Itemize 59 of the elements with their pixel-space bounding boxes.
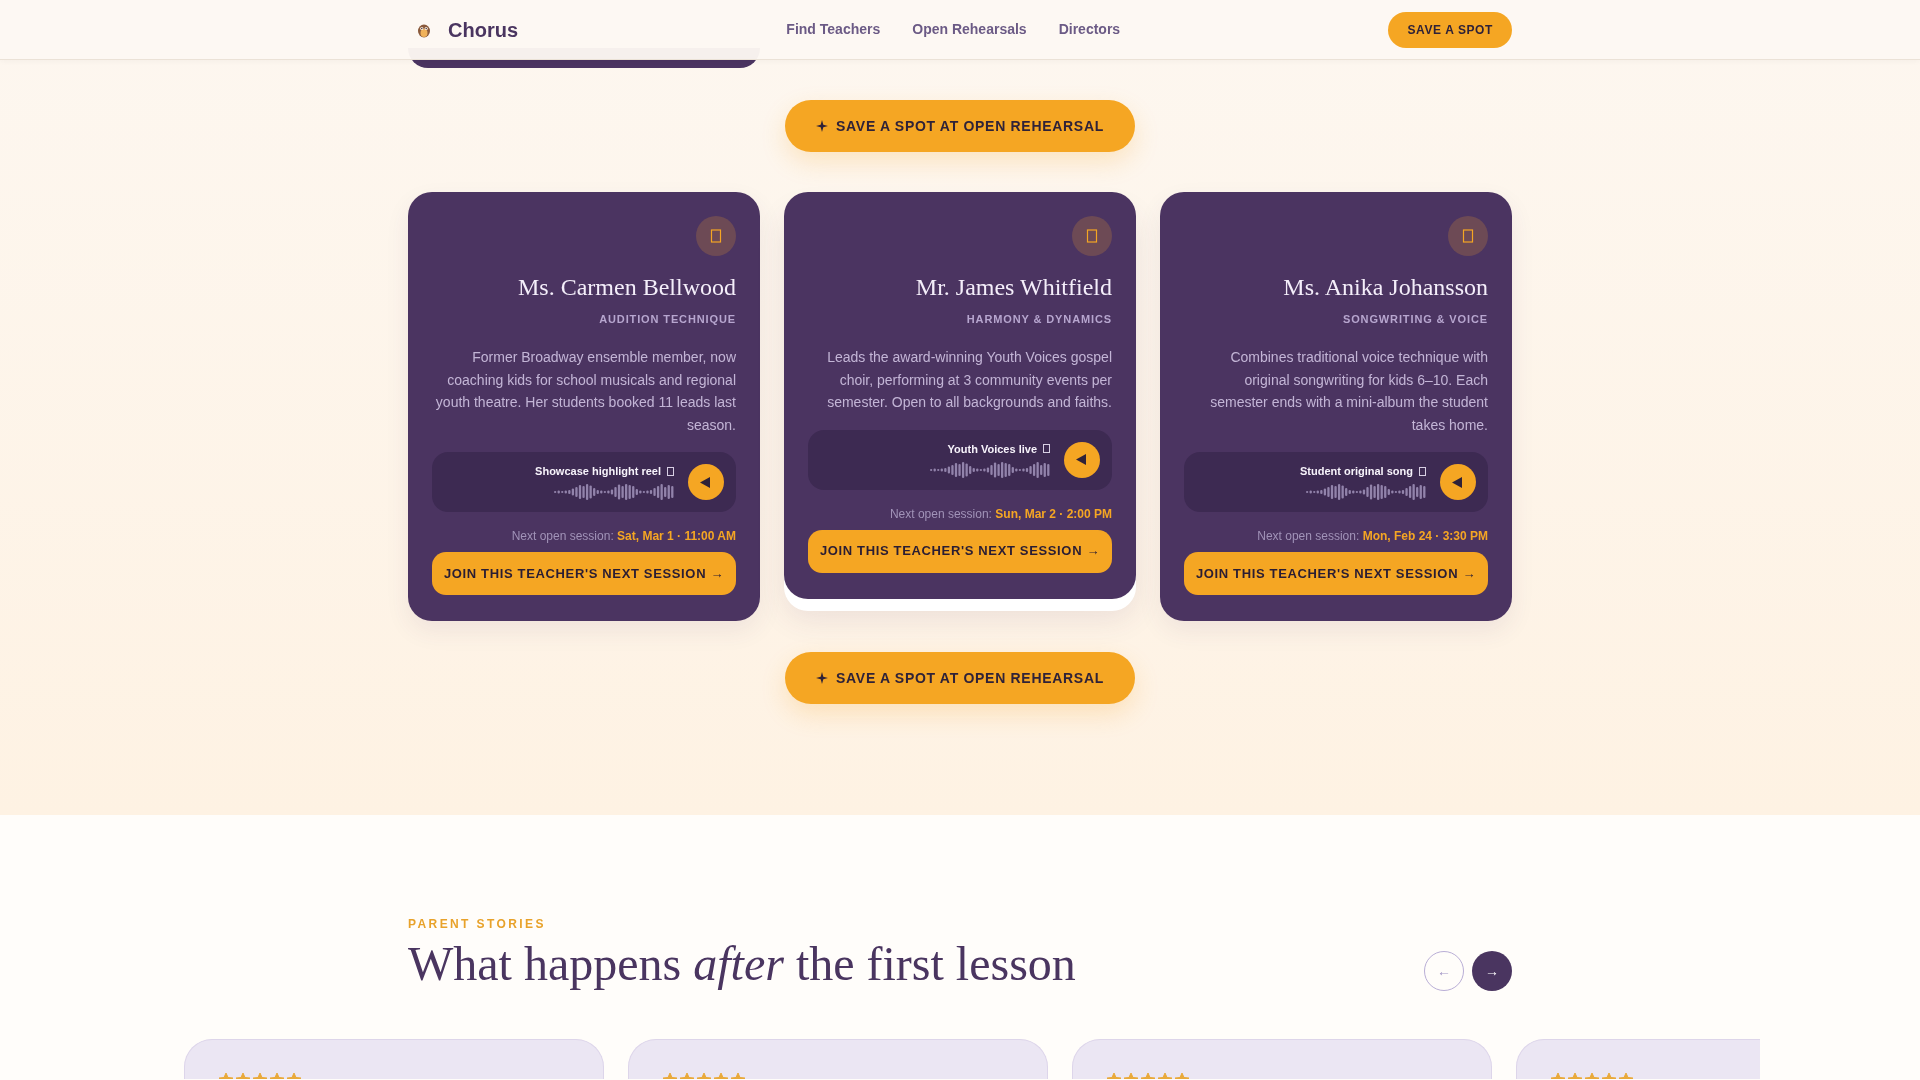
section-eyebrow: PARENT STORIES bbox=[408, 916, 547, 932]
star-icon bbox=[270, 1073, 284, 1079]
star-icon bbox=[714, 1073, 728, 1079]
star-icon bbox=[1107, 1073, 1121, 1079]
session-text: Next open session: Sun, Mar 2 · 2:00 PM bbox=[889, 505, 1112, 522]
star-icon bbox=[1175, 1073, 1189, 1079]
sparkle-icon bbox=[816, 672, 829, 684]
play-button[interactable] bbox=[1064, 441, 1100, 478]
square-icon bbox=[1043, 444, 1050, 453]
triangle-icon bbox=[1076, 454, 1086, 465]
teacher-name: Ms. Carmen Bellwood bbox=[518, 273, 736, 302]
teacher-specialty: HARMONY & DYNAMICS bbox=[966, 312, 1112, 326]
section-heading: What happens after the first lesson bbox=[408, 936, 1076, 991]
star-icon bbox=[1619, 1073, 1633, 1079]
play-button[interactable] bbox=[688, 464, 724, 500]
nav-link[interactable]: Open Rehearsals bbox=[912, 19, 1027, 40]
star-icon bbox=[1158, 1073, 1172, 1079]
triangle-icon bbox=[700, 476, 710, 488]
teacher-bio: Former Broadway ensemble member, now coaching kids for school musicals and regional youth theatre. Her students booked 11 leads last season. bbox=[434, 348, 736, 435]
join-session-button[interactable]: JOIN THIS TEACHER'S NEXT SESSION → bbox=[1184, 552, 1488, 595]
star-icon bbox=[663, 1073, 677, 1079]
teacher-bio: Leads the award-winning Youth Voices gospel choir, performing at 3 community events per semester. Open to all backgrounds and faiths. bbox=[826, 348, 1112, 412]
teacher-name: Ms. Anika Johansson bbox=[1283, 273, 1488, 302]
play-button[interactable] bbox=[1440, 464, 1476, 500]
square-icon bbox=[667, 466, 674, 476]
clip-title: Showcase highlight reel bbox=[535, 464, 661, 478]
star-icon bbox=[287, 1073, 301, 1079]
nav-link[interactable]: Directors bbox=[1058, 19, 1121, 40]
star-icon bbox=[1568, 1073, 1582, 1079]
join-session-button[interactable]: JOIN THIS TEACHER'S NEXT SESSION → bbox=[808, 529, 1112, 573]
clip-title: Youth Voices live bbox=[947, 441, 1037, 456]
square-icon bbox=[1419, 466, 1426, 476]
save-spot-button[interactable]: SAVE A SPOT bbox=[1388, 11, 1512, 48]
rehearsal-cta-button[interactable]: SAVE A SPOT AT OPEN REHEARSAL bbox=[785, 652, 1135, 704]
star-icon bbox=[1551, 1073, 1565, 1079]
sparkle-icon bbox=[816, 120, 829, 132]
clip-title: Student original song bbox=[1299, 464, 1413, 478]
next-button[interactable]: → bbox=[1472, 951, 1512, 991]
star-icon bbox=[219, 1073, 233, 1079]
session-text: Next open session: Sat, Mar 1 · 11:00 AM bbox=[511, 528, 736, 544]
nav-link[interactable]: Find Teachers bbox=[786, 19, 881, 40]
star-icon bbox=[236, 1073, 250, 1079]
session-text: Next open session: Mon, Feb 24 · 3:30 PM bbox=[1257, 528, 1488, 544]
brand-name: Chorus bbox=[448, 17, 518, 43]
star-icon bbox=[1141, 1073, 1155, 1079]
teacher-specialty: AUDITION TECHNIQUE bbox=[599, 312, 736, 326]
teacher-specialty: SONGWRITING & VOICE bbox=[1342, 312, 1488, 326]
rehearsal-cta-button[interactable]: SAVE A SPOT AT OPEN REHEARSAL bbox=[785, 100, 1135, 152]
join-session-button[interactable]: JOIN THIS TEACHER'S NEXT SESSION → bbox=[432, 552, 736, 595]
star-icon bbox=[680, 1073, 694, 1079]
star-icon bbox=[253, 1073, 267, 1079]
star-icon bbox=[731, 1073, 745, 1079]
teacher-bio: Combines traditional voice technique with original songwriting for kids 6–10. Each semester ends with a mini-album the student takes home. bbox=[1209, 348, 1488, 435]
star-icon bbox=[697, 1073, 711, 1079]
star-icon bbox=[1602, 1073, 1616, 1079]
star-icon bbox=[1124, 1073, 1138, 1079]
teacher-name: Mr. James Whitfield bbox=[915, 273, 1112, 302]
triangle-icon bbox=[1452, 476, 1462, 488]
star-icon bbox=[1585, 1073, 1599, 1079]
